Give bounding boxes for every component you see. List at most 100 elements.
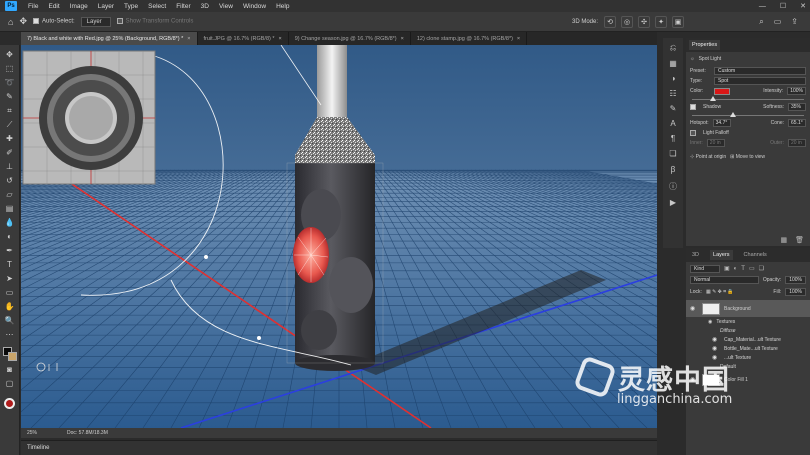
light-falloff-checkbox[interactable] [690, 129, 699, 136]
menu-select[interactable]: Select [143, 3, 171, 10]
blur-tool-icon[interactable]: 💧 [3, 217, 17, 228]
tab-channels[interactable]: Channels [741, 250, 770, 260]
blend-mode-dropdown[interactable]: Normal [690, 276, 759, 284]
move-tool-icon[interactable]: ✥ [3, 49, 17, 60]
inner-field[interactable]: 20 in [706, 139, 725, 147]
healing-tool-icon[interactable]: ✚ [3, 133, 17, 144]
eye-icon[interactable]: ◉ [712, 354, 720, 361]
slide-3d-icon[interactable]: ✦ [655, 15, 667, 28]
type-tool-icon[interactable]: T [3, 259, 17, 270]
auto-select-dropdown[interactable]: Layer [80, 16, 111, 27]
layer-color-fill[interactable]: ◉ Color Fill 1 [686, 371, 810, 388]
filter-adjust-icon[interactable]: ◐ [734, 266, 738, 272]
hotspot-field[interactable]: 34.7° [712, 119, 731, 127]
menu-layer[interactable]: Layer [93, 3, 119, 10]
lock-icons[interactable]: ▦ ✎ ✥ ⌗ 🔒 [706, 289, 734, 295]
menu-window[interactable]: Window [238, 3, 271, 10]
light-color-swatch[interactable] [714, 87, 730, 95]
color-swatches[interactable] [2, 347, 17, 361]
roll-3d-icon[interactable]: ◎ [621, 15, 633, 28]
zoom-level[interactable]: 25% [27, 430, 37, 436]
eye-icon[interactable]: ◉ [712, 345, 720, 352]
tab-layers[interactable]: Layers [710, 250, 733, 260]
shape-tool-icon[interactable]: ▭ [3, 287, 17, 298]
softness-field[interactable]: 35% [788, 103, 806, 111]
texture-item-cap[interactable]: ◉ Cap_Material...ult Texture [686, 335, 810, 344]
history-icon[interactable]: ⎌ [670, 43, 676, 53]
menu-view[interactable]: View [214, 3, 238, 10]
workspace-icon[interactable]: ▭ [774, 17, 782, 27]
3d-scene[interactable] [21, 45, 657, 428]
menu-3d[interactable]: 3D [196, 3, 214, 10]
filter-shape-icon[interactable]: ▭ [749, 265, 755, 272]
search-icon[interactable]: ⌕ [759, 17, 763, 27]
glyphs-icon[interactable]: ꞵ [670, 164, 675, 175]
tab-black-and-white[interactable]: 7) Black and white with Red.jpg @ 25% (B… [21, 32, 198, 45]
move-tool-icon[interactable]: ✥ [19, 16, 27, 27]
brush-tool-icon[interactable]: ✐ [3, 147, 17, 158]
tab-change-season[interactable]: 9) Change season.jpg @ 16.7% (RGB/8*) × [289, 32, 411, 45]
show-transform-checkbox[interactable]: Show Transform Controls [116, 18, 193, 25]
more-tools-icon[interactable]: ⋯ [3, 329, 17, 340]
dodge-tool-icon[interactable]: ◐ [3, 231, 17, 242]
drag-3d-icon[interactable]: ✣ [638, 15, 650, 28]
minimize-button[interactable]: — [759, 3, 766, 10]
menu-type[interactable]: Type [119, 3, 143, 10]
background-color-swatch[interactable] [7, 352, 17, 361]
trash-icon[interactable]: 🗑 [795, 236, 804, 244]
point-at-origin-button[interactable]: ⊹ Point at origin [690, 154, 726, 160]
filter-smart-icon[interactable]: ❏ [759, 265, 764, 272]
close-button[interactable]: ✕ [800, 2, 806, 10]
zoom-tool-icon[interactable]: 🔍 [3, 315, 17, 326]
light-widget-icon[interactable] [4, 398, 15, 409]
history-brush-tool-icon[interactable]: ↺ [3, 175, 17, 186]
default-item[interactable]: Default [686, 362, 810, 371]
home-icon[interactable]: ⌂ [8, 17, 13, 27]
eraser-tool-icon[interactable]: ▱ [3, 189, 17, 200]
info-icon[interactable]: ⓘ [669, 181, 677, 192]
adjustments-icon[interactable]: ◑ [671, 74, 676, 83]
actions-icon[interactable]: ▶ [670, 198, 676, 207]
cone-field[interactable]: 65.1° [788, 119, 806, 127]
lasso-tool-icon[interactable]: ➰ [3, 77, 17, 88]
menu-filter[interactable]: Filter [171, 3, 195, 10]
opacity-field[interactable]: 100% [785, 276, 806, 284]
softness-slider[interactable] [692, 112, 804, 118]
menu-help[interactable]: Help [271, 3, 294, 10]
quick-mask-icon[interactable]: ◙ [3, 364, 17, 375]
quick-select-tool-icon[interactable]: ✎ [3, 91, 17, 102]
orbit-3d-icon[interactable]: ⟲ [604, 15, 616, 28]
menu-image[interactable]: Image [65, 3, 93, 10]
paragraph-icon[interactable]: ¶ [671, 134, 675, 143]
outer-field[interactable]: 20 in [788, 139, 806, 147]
screen-mode-icon[interactable]: ▢ [3, 378, 17, 389]
clone-stamp-tool-icon[interactable]: ⊥ [3, 161, 17, 172]
maximize-button[interactable]: ☐ [780, 2, 786, 10]
render-icon[interactable]: ▦ [780, 236, 787, 244]
auto-select-checkbox[interactable]: Auto-Select: [32, 18, 75, 25]
tab-clone-stamp[interactable]: 12) clone stamp.jpg @ 16.7% (RGB/8*) × [411, 32, 528, 45]
textures-group[interactable]: ◉ Textures [686, 317, 810, 326]
pen-tool-icon[interactable]: ✒ [3, 245, 17, 256]
share-icon[interactable]: ⇪ [791, 17, 798, 27]
fill-field[interactable]: 100% [785, 288, 806, 296]
texture-item-third[interactable]: ◉ ...ult Texture [686, 353, 810, 362]
crop-tool-icon[interactable]: ⌗ [3, 105, 17, 116]
gradient-tool-icon[interactable]: ▤ [3, 203, 17, 214]
layer-background[interactable]: ◉ Background [686, 300, 810, 317]
eyedropper-tool-icon[interactable]: ⟋ [3, 119, 17, 130]
eye-icon[interactable]: ◉ [690, 305, 698, 312]
intensity-slider[interactable] [692, 96, 804, 102]
menu-file[interactable]: File [23, 3, 43, 10]
texture-item-bottle[interactable]: ◉ Bottle_Mate...ult Texture [686, 344, 810, 353]
path-select-tool-icon[interactable]: ➤ [3, 273, 17, 284]
eye-icon[interactable]: ◉ [690, 376, 698, 383]
brushes-icon[interactable]: ✎ [670, 104, 677, 113]
hand-tool-icon[interactable]: ✋ [3, 301, 17, 312]
eye-icon[interactable]: ◉ [712, 336, 720, 343]
preset-dropdown[interactable]: Custom [714, 67, 806, 75]
filter-pixel-icon[interactable]: ▣ [724, 265, 730, 272]
character-icon[interactable]: A [670, 119, 675, 128]
move-to-view-button[interactable]: ⊞ Move to view [730, 154, 765, 160]
swatches-icon[interactable]: ▦ [669, 59, 677, 68]
